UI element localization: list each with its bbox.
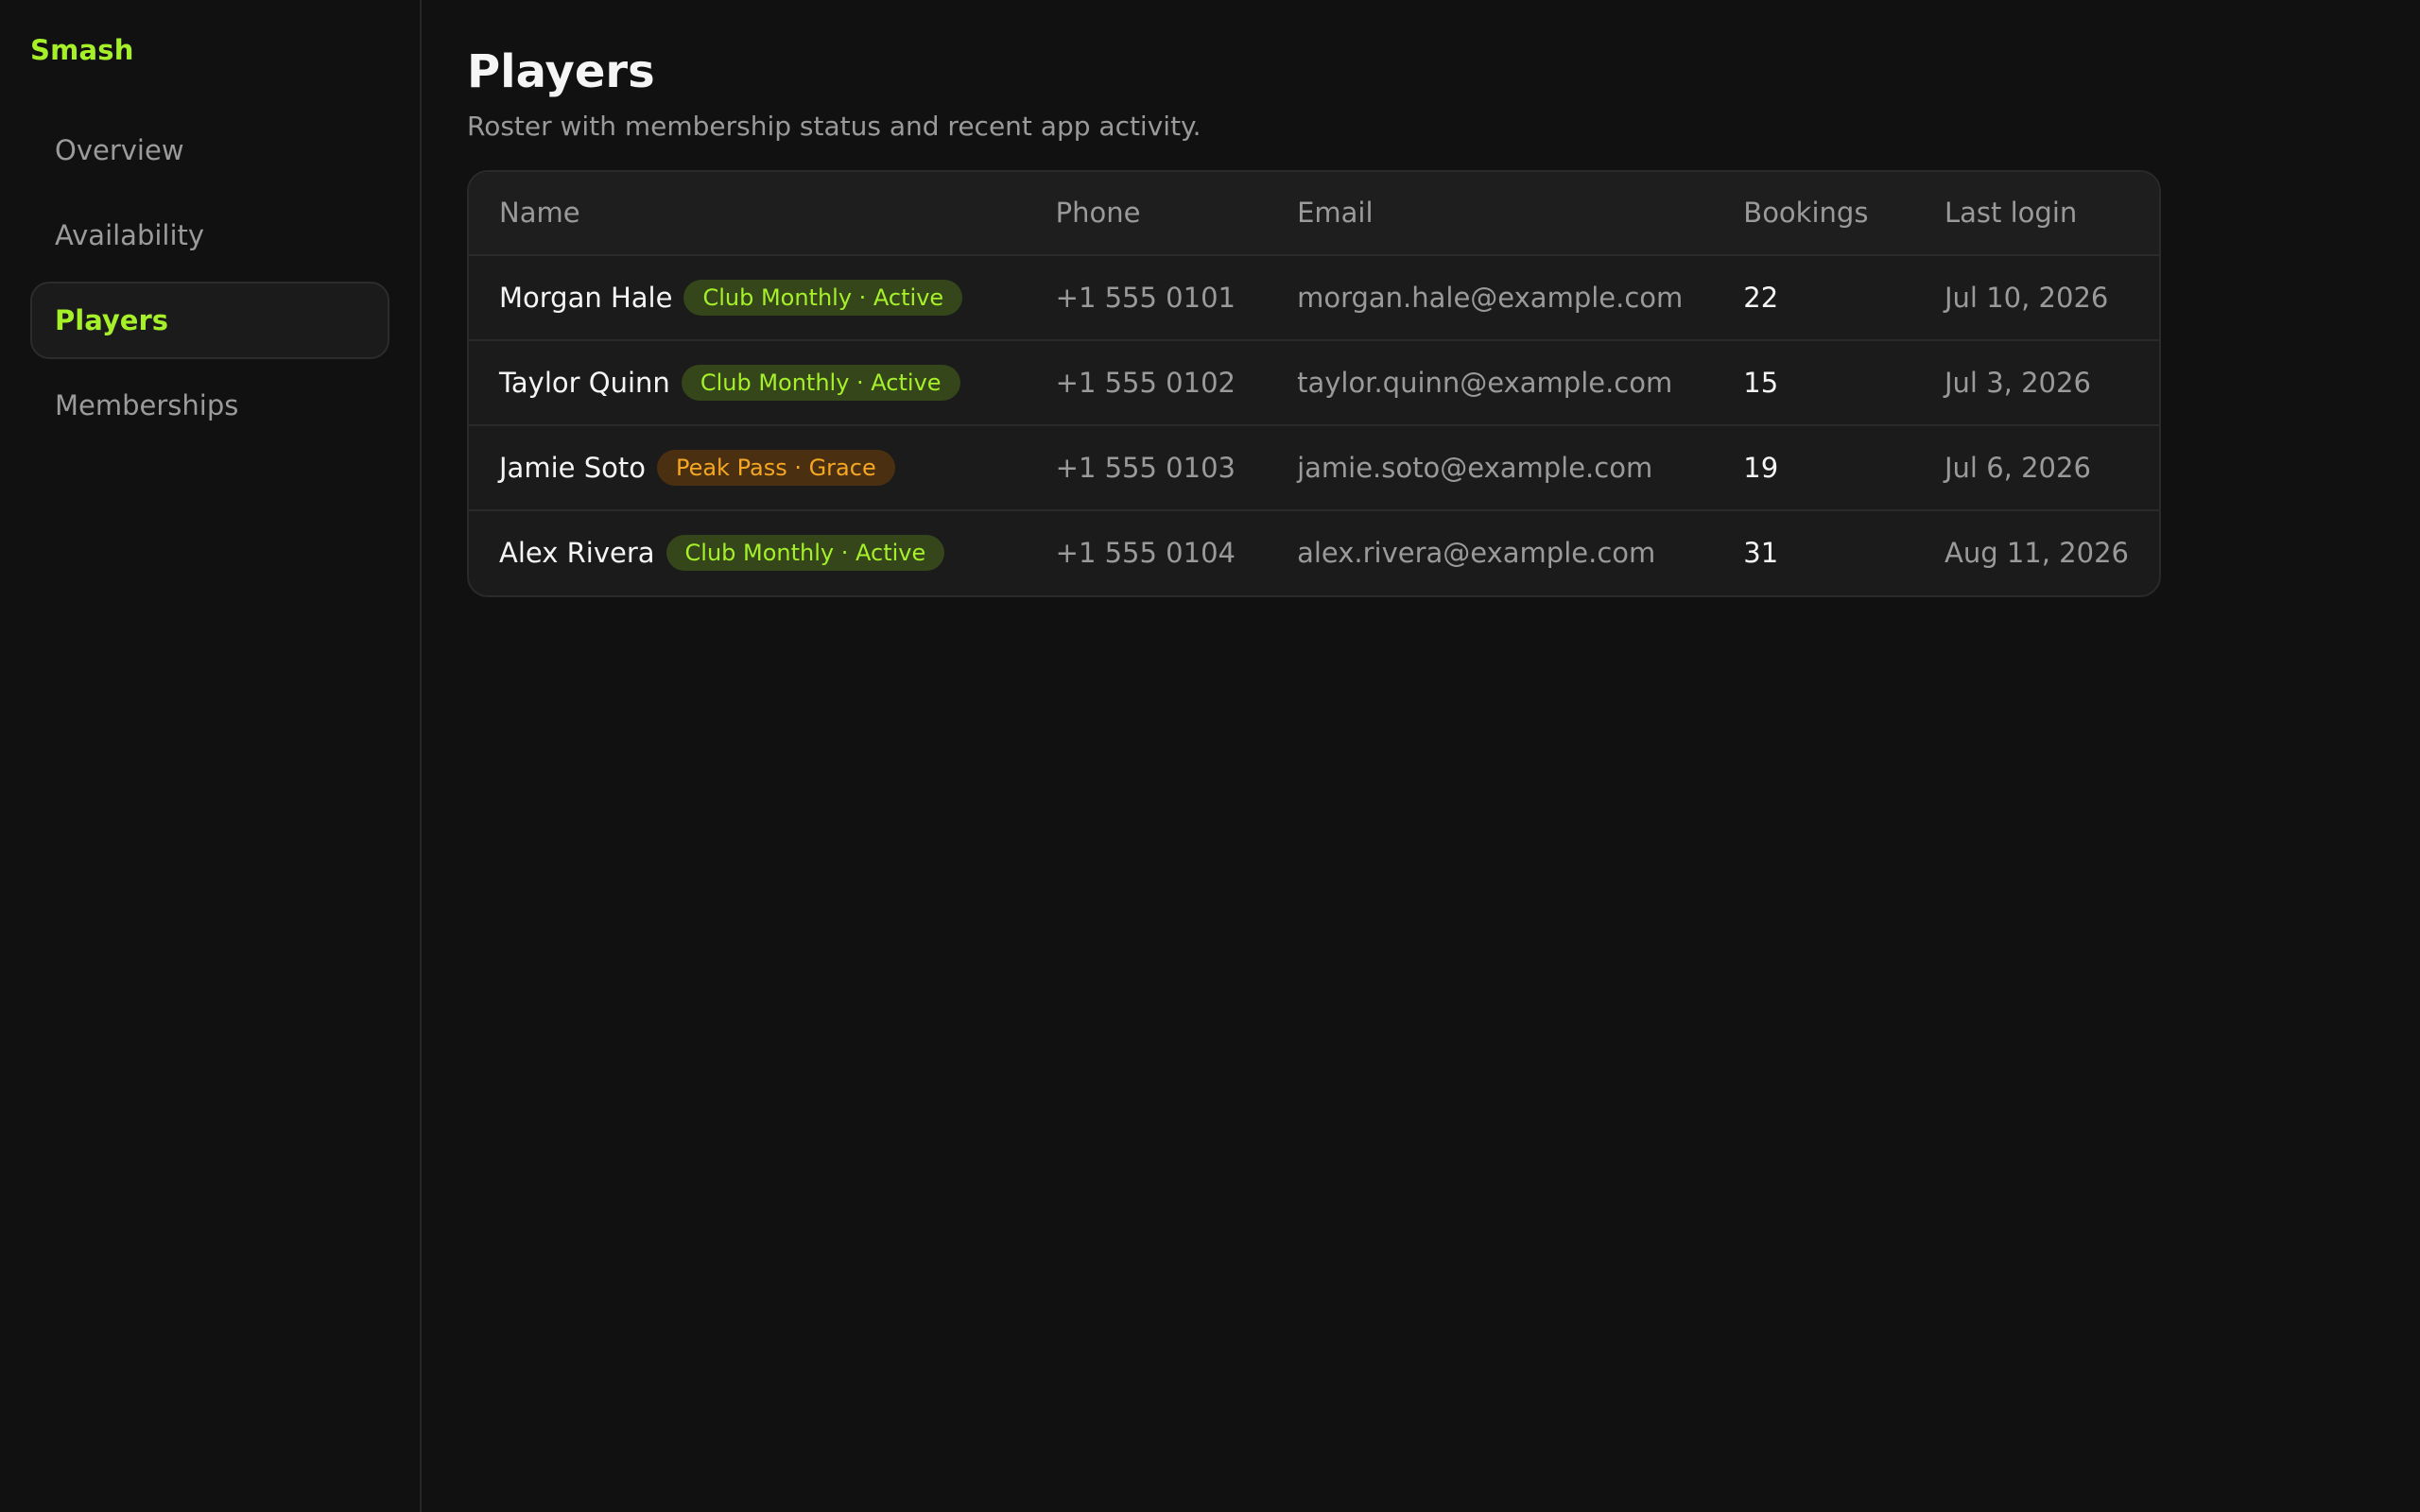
last-login-cell: Aug 11, 2026 bbox=[1945, 537, 2129, 570]
column-header-name[interactable]: Name bbox=[469, 171, 1026, 256]
phone-cell: +1 555 0104 bbox=[1055, 537, 1236, 570]
phone-cell: +1 555 0103 bbox=[1025, 424, 1268, 511]
sidebar: Smash Overview Availability Players Memb… bbox=[0, 0, 422, 1512]
app-root: Smash Overview Availability Players Memb… bbox=[0, 0, 2420, 1512]
column-header-phone[interactable]: Phone bbox=[1025, 171, 1268, 256]
phone-cell: +1 555 0101 bbox=[1025, 254, 1268, 341]
sidebar-item-overview[interactable]: Overview bbox=[30, 112, 389, 189]
player-name[interactable]: Taylor Quinn bbox=[499, 367, 670, 399]
membership-badge: Peak Pass · Grace bbox=[656, 449, 895, 486]
table-row[interactable]: Alex Rivera Club Monthly · Active +1 555… bbox=[469, 510, 2159, 595]
sidebar-item-availability[interactable]: Availability bbox=[30, 197, 389, 274]
last-login-cell: Jul 6, 2026 bbox=[1914, 424, 2159, 511]
email-cell: jamie.soto@example.com bbox=[1267, 424, 1714, 511]
bookings-cell: 31 bbox=[1743, 537, 1779, 570]
players-table-card: Name Phone Email Bookings Last login Mor… bbox=[467, 169, 2161, 597]
email-cell: taylor.quinn@example.com bbox=[1267, 339, 1714, 426]
player-name[interactable]: Alex Rivera bbox=[499, 537, 655, 569]
table-row[interactable]: Taylor Quinn Club Monthly · Active +1 55… bbox=[469, 339, 2159, 426]
page-title: Players bbox=[467, 45, 655, 98]
bookings-cell: 22 bbox=[1713, 254, 1914, 341]
sidebar-item-memberships[interactable]: Memberships bbox=[30, 367, 389, 444]
bookings-cell: 19 bbox=[1713, 424, 1914, 511]
main-content: Players Roster with membership status an… bbox=[422, 0, 2420, 1512]
name-cell: Jamie Soto Peak Pass · Grace bbox=[469, 424, 1026, 511]
last-login-cell: Jul 10, 2026 bbox=[1914, 254, 2159, 341]
name-cell: Taylor Quinn Club Monthly · Active bbox=[469, 339, 1026, 426]
table-row[interactable]: Morgan Hale Club Monthly · Active +1 555… bbox=[469, 254, 2159, 341]
name-cell: Morgan Hale Club Monthly · Active bbox=[469, 254, 1026, 341]
last-login-cell: Jul 3, 2026 bbox=[1914, 339, 2159, 426]
sidebar-item-players[interactable]: Players bbox=[30, 282, 389, 359]
membership-badge: Club Monthly · Active bbox=[681, 364, 960, 401]
player-name[interactable]: Morgan Hale bbox=[499, 282, 672, 314]
column-header-last-login[interactable]: Last login bbox=[1914, 171, 2159, 256]
table-header-row: Name Phone Email Bookings Last login bbox=[469, 171, 2159, 256]
page-subtitle: Roster with membership status and recent… bbox=[467, 110, 1201, 142]
sidebar-nav: Overview Availability Players Membership… bbox=[30, 112, 389, 444]
name-cell: Alex Rivera Club Monthly · Active bbox=[469, 510, 1026, 595]
email-cell: alex.rivera@example.com bbox=[1297, 537, 1656, 570]
bookings-cell: 15 bbox=[1713, 339, 1914, 426]
email-cell: morgan.hale@example.com bbox=[1267, 254, 1714, 341]
membership-badge: Club Monthly · Active bbox=[683, 279, 963, 316]
phone-cell: +1 555 0102 bbox=[1025, 339, 1268, 426]
brand-logo[interactable]: Smash bbox=[30, 34, 389, 66]
player-name[interactable]: Jamie Soto bbox=[499, 452, 646, 484]
table-row[interactable]: Jamie Soto Peak Pass · Grace +1 555 0103… bbox=[469, 424, 2159, 511]
players-table: Name Phone Email Bookings Last login Mor… bbox=[469, 171, 2159, 595]
membership-badge: Club Monthly · Active bbox=[666, 535, 945, 572]
column-header-email[interactable]: Email bbox=[1267, 171, 1714, 256]
column-header-bookings[interactable]: Bookings bbox=[1713, 171, 1914, 256]
